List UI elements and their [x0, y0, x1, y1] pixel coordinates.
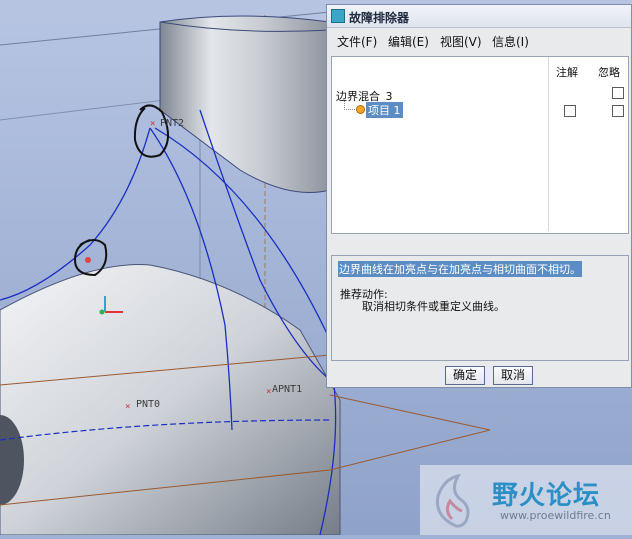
menu-file[interactable]: 文件(F)	[337, 33, 377, 50]
menu-info[interactable]: 信息(I)	[492, 33, 529, 50]
error-message: 边界曲线在加亮点与在加亮点与相切曲面不相切。	[338, 261, 582, 277]
menu-bar: 文件(F) 编辑(E) 视图(V) 信息(I)	[327, 29, 631, 51]
column-divider	[548, 57, 549, 231]
dialog-titlebar[interactable]: 故障排除器	[327, 5, 631, 28]
svg-text:×: ×	[266, 387, 271, 397]
svg-text:×: ×	[125, 402, 130, 412]
tree-connector	[344, 101, 355, 110]
forum-watermark: 野火论坛 www.proewildfire.cn	[420, 465, 632, 535]
watermark-url: www.proewildfire.cn	[500, 509, 611, 522]
point-label-apnt1: APNT1	[272, 384, 303, 395]
ignore-checkbox-item[interactable]	[612, 105, 624, 117]
svg-text:×: ×	[150, 119, 155, 129]
troubleshoot-tree: 注解 忽略 边界混合_3 项目 1	[331, 56, 629, 234]
watermark-title: 野火论坛	[492, 481, 601, 511]
ok-button[interactable]: 确定	[445, 366, 485, 385]
menu-view[interactable]: 视图(V)	[440, 33, 482, 50]
flame-logo-icon	[435, 473, 470, 528]
cancel-button[interactable]: 取消	[493, 366, 533, 385]
ignore-checkbox-root[interactable]	[612, 87, 624, 99]
app-icon	[331, 9, 345, 23]
column-annotate: 注解	[556, 66, 578, 79]
troubleshooter-dialog: 故障排除器 文件(F) 编辑(E) 视图(V) 信息(I) 注解 忽略 边界混合…	[326, 4, 632, 388]
dialog-title: 故障排除器	[349, 11, 410, 25]
column-ignore: 忽略	[598, 66, 620, 79]
annotate-checkbox-item[interactable]	[564, 105, 576, 117]
point-label-pnt0: PNT0	[136, 399, 161, 410]
action-text: 取消相切条件或重定义曲线。	[362, 300, 505, 313]
point-label-pnt2: PNT2	[160, 118, 185, 129]
menu-edit[interactable]: 编辑(E)	[388, 33, 429, 50]
message-panel: 边界曲线在加亮点与在加亮点与相切曲面不相切。 推荐动作: 取消相切条件或重定义曲…	[331, 255, 629, 361]
warning-dot-icon	[356, 105, 365, 114]
tree-item-selected[interactable]: 项目 1	[366, 102, 403, 118]
